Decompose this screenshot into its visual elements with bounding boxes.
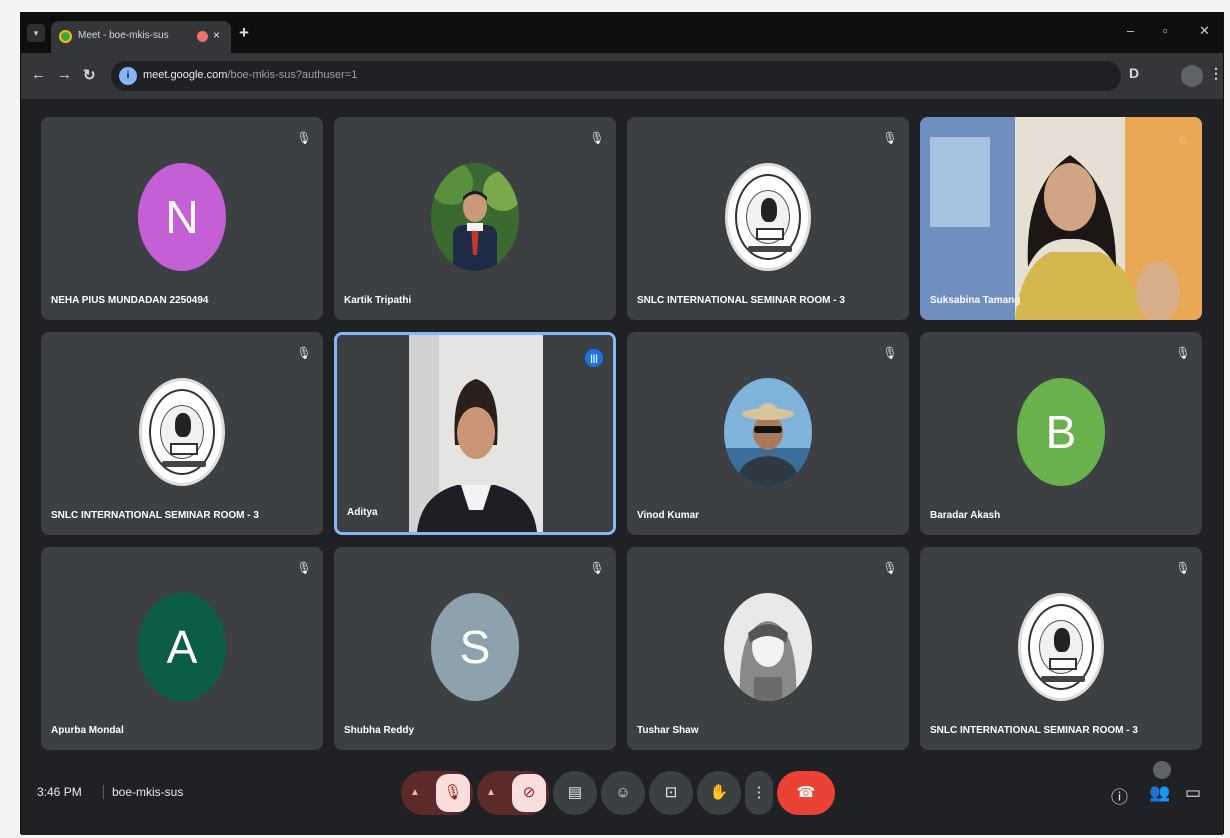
meet-favicon-icon <box>59 30 72 43</box>
participant-name: Kartik Tripathi <box>344 295 412 306</box>
recording-icon <box>197 31 208 42</box>
participant-tile[interactable]: 🎙 A Apurba Mondal <box>41 547 323 750</box>
participant-tile[interactable]: 🎙 B Baradar Akash <box>920 332 1202 535</box>
forward-arrow-icon[interactable]: → <box>57 66 72 83</box>
participant-tile[interactable]: 🎙 Vinod Kumar <box>627 332 909 535</box>
mic-off-icon: 🎙 <box>589 561 605 575</box>
present-icon: ⊡ <box>664 784 678 801</box>
meeting-details-icon[interactable]: ⓘ <box>1111 783 1128 808</box>
institution-seal-logo <box>139 378 225 486</box>
participant-name: SNLC INTERNATIONAL SEMINAR ROOM - 3 <box>637 295 845 306</box>
participant-name: NEHA PIUS MUNDADAN 2250494 <box>51 295 209 306</box>
captions-icon: ▤ <box>567 784 583 801</box>
tab-search-icon[interactable]: ▾ <box>27 24 45 42</box>
hand-icon: ✋ <box>709 784 729 801</box>
close-tab-icon[interactable]: × <box>213 28 220 42</box>
participant-tile[interactable]: 🎙 SNLC INTERNATIONAL SEMINAR ROOM - 3 <box>41 332 323 535</box>
meet-stage: 🎙 N NEHA PIUS MUNDADAN 2250494 🎙 Kartik … <box>21 99 1223 835</box>
mic-off-icon: 🎙 <box>436 774 470 812</box>
present-screen-button[interactable]: ⊡ <box>649 771 693 815</box>
more-options-button[interactable]: ⋮ <box>745 771 773 815</box>
reload-icon[interactable]: ↻ <box>83 66 96 84</box>
participant-video-tile[interactable]: ◌ Suksabina Tamang <box>920 117 1202 320</box>
participant-count-badge <box>1153 761 1171 779</box>
camera-options-chevron-icon[interactable]: ▲ <box>486 771 496 815</box>
participant-tile[interactable]: 🎙 S Shubha Reddy <box>334 547 616 750</box>
restore-icon[interactable]: ▫ <box>1163 23 1168 38</box>
mic-off-icon: 🎙 <box>882 131 898 145</box>
url-host: meet.google.com <box>143 69 228 81</box>
avatar-photo <box>724 593 812 701</box>
institution-seal-logo <box>1018 593 1104 701</box>
participant-tile[interactable]: 🎙 N NEHA PIUS MUNDADAN 2250494 <box>41 117 323 320</box>
mic-off-icon: 🎙 <box>882 561 898 575</box>
participant-video <box>337 335 613 532</box>
speaking-indicator-icon: ||| <box>585 349 603 367</box>
more-vert-icon: ⋮ <box>751 784 767 801</box>
participant-video-tile-active[interactable]: ||| Aditya <box>334 332 616 535</box>
profile-avatar[interactable] <box>1181 65 1203 87</box>
participant-name: Apurba Mondal <box>51 725 124 736</box>
emoji-icon: ☺ <box>615 784 631 801</box>
avatar-photo <box>431 163 519 271</box>
captions-button[interactable]: ▤ <box>553 771 597 815</box>
address-bar[interactable]: i meet.google.com/boe-mkis-sus?authuser=… <box>111 61 1121 91</box>
participant-name: Baradar Akash <box>930 510 1001 521</box>
browser-toolbar: ← → ↻ i meet.google.com/boe-mkis-sus?aut… <box>21 53 1223 99</box>
avatar: A <box>138 593 226 701</box>
new-tab-button[interactable]: + <box>239 23 249 43</box>
avatar-photo <box>724 378 812 486</box>
end-call-icon: ☎ <box>796 784 816 801</box>
tab-title: Meet - boe-mkis-sus <box>78 30 169 41</box>
back-arrow-icon[interactable]: ← <box>31 66 46 83</box>
participant-name: SNLC INTERNATIONAL SEMINAR ROOM - 3 <box>930 725 1138 736</box>
participant-name: Shubha Reddy <box>344 725 415 736</box>
chat-icon[interactable]: ▭ <box>1185 783 1201 803</box>
participant-tile[interactable]: 🎙 SNLC INTERNATIONAL SEMINAR ROOM - 3 <box>920 547 1202 750</box>
mic-off-icon: 🎙 <box>296 561 312 575</box>
close-window-icon[interactable]: ✕ <box>1199 23 1210 39</box>
participant-name: SNLC INTERNATIONAL SEMINAR ROOM - 3 <box>51 510 259 521</box>
mic-options-chevron-icon[interactable]: ▲ <box>410 771 420 815</box>
avatar: S <box>431 593 519 701</box>
participant-name: Aditya <box>347 507 378 518</box>
participant-tile[interactable]: 🎙 SNLC INTERNATIONAL SEMINAR ROOM - 3 <box>627 117 909 320</box>
mic-off-icon: 🎙 <box>1175 346 1191 360</box>
meeting-time: 3:46 PM <box>37 785 82 799</box>
raise-hand-button[interactable]: ✋ <box>697 771 741 815</box>
browser-window: ▾ Meet - boe-mkis-sus × + – ▫ ✕ ← → ↻ i … <box>20 12 1224 835</box>
mic-off-icon: 🎙 <box>296 131 312 145</box>
meeting-controls-bar: 3:46 PM boe-mkis-sus ▲ 🎙 ▲ ⊘ ▤ ☺ ⊡ ✋ ⋮ ☎… <box>21 753 1223 835</box>
minimize-icon[interactable]: – <box>1127 23 1134 38</box>
mic-off-icon: 🎙 <box>296 346 312 360</box>
participant-video <box>920 117 1202 320</box>
participant-name: Vinod Kumar <box>637 510 700 521</box>
participant-tile[interactable]: 🎙 Kartik Tripathi <box>334 117 616 320</box>
reactions-button[interactable]: ☺ <box>601 771 645 815</box>
participant-name: Tushar Shaw <box>637 725 699 736</box>
microphone-toggle-button[interactable]: ▲ 🎙 <box>401 771 473 815</box>
camera-off-icon: ⊘ <box>512 774 546 812</box>
institution-seal-logo <box>725 163 811 271</box>
participant-name: Suksabina Tamang <box>930 295 1021 306</box>
tab-strip: ▾ Meet - boe-mkis-sus × + – ▫ ✕ <box>21 13 1223 53</box>
camera-toggle-button[interactable]: ▲ ⊘ <box>477 771 549 815</box>
leave-call-button[interactable]: ☎ <box>777 771 835 815</box>
mic-off-icon: 🎙 <box>589 131 605 145</box>
avatar: B <box>1017 378 1105 486</box>
people-icon[interactable]: 👥 <box>1149 783 1170 803</box>
extension-icon[interactable]: D <box>1129 65 1139 81</box>
meeting-code: boe-mkis-sus <box>103 785 183 799</box>
site-info-icon[interactable]: i <box>119 67 137 85</box>
tab-meet[interactable]: Meet - boe-mkis-sus × <box>51 21 231 53</box>
avatar: N <box>138 163 226 271</box>
menu-dots-icon[interactable]: ⋮ <box>1209 65 1223 82</box>
audio-level-icon: ◌ <box>1179 133 1187 147</box>
mic-off-icon: 🎙 <box>882 346 898 360</box>
url-path: /boe-mkis-sus?authuser=1 <box>227 69 358 81</box>
mic-off-icon: 🎙 <box>1175 561 1191 575</box>
participant-tile[interactable]: 🎙 Tushar Shaw <box>627 547 909 750</box>
url-text: meet.google.com/boe-mkis-sus?authuser=1 <box>143 69 357 81</box>
